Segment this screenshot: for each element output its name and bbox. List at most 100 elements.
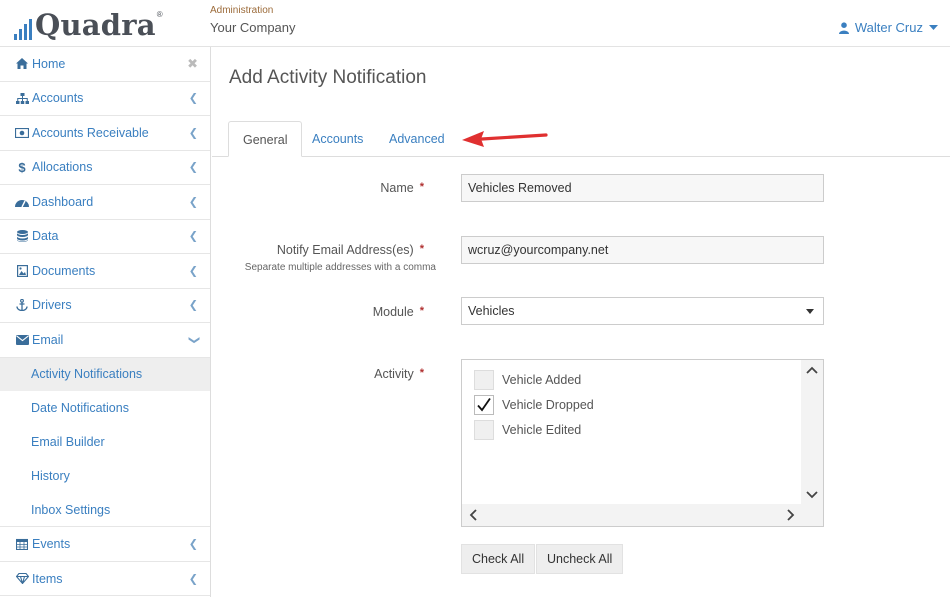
company-name: Your Company	[210, 20, 296, 35]
uncheck-all-button[interactable]: Uncheck All	[536, 544, 624, 574]
chevron-up-icon[interactable]	[806, 366, 818, 374]
sidebar-item-items[interactable]: Items ❮	[0, 562, 210, 597]
chevron-left-icon[interactable]	[469, 509, 477, 521]
module-select[interactable]: Vehicles	[461, 297, 824, 325]
chevron-left-icon: ❮	[188, 265, 198, 278]
user-icon	[838, 21, 849, 34]
chevron-left-icon: ❮	[188, 196, 198, 209]
horizontal-scrollbar[interactable]	[462, 504, 823, 526]
required-marker: *	[419, 181, 424, 193]
dollar-icon: $	[18, 159, 26, 175]
email-input[interactable]	[461, 236, 824, 264]
module-label: Module *	[372, 305, 424, 319]
chevron-left-icon: ❮	[188, 127, 198, 140]
chevron-down-icon: ❮	[187, 335, 200, 345]
checkbox[interactable]	[474, 420, 494, 440]
user-name: Walter Cruz	[854, 20, 923, 35]
chevron-left-icon: ❮	[188, 538, 198, 551]
top-header: Quadra ® Administration Your Company Wal…	[0, 0, 950, 47]
sidebar-item-accounts-receivable[interactable]: Accounts Receivable ❮	[0, 116, 210, 151]
diamond-icon	[14, 573, 30, 585]
dashboard-icon	[14, 197, 30, 207]
sidebar-item-label: Accounts Receivable	[32, 125, 149, 140]
check-all-button[interactable]: Check All	[461, 544, 536, 574]
database-icon	[14, 230, 30, 243]
sidebar-item-label: Email	[32, 332, 64, 347]
home-icon	[14, 58, 30, 70]
sidebar-item-allocations[interactable]: $ Allocations ❮	[0, 151, 210, 185]
annotation-arrow-icon	[462, 131, 548, 147]
activity-option-vehicle-added[interactable]: Vehicle Added	[474, 369, 581, 391]
sidebar-item-label: Documents	[32, 263, 96, 278]
name-input[interactable]	[461, 174, 824, 202]
sidebar-item-label: Events	[32, 537, 71, 552]
sidebar-item-email[interactable]: Email ❮	[0, 323, 210, 358]
sidebar-subitem-email-builder[interactable]: Email Builder	[0, 425, 210, 459]
sidebar-item-accounts[interactable]: Accounts ❮	[0, 82, 210, 116]
tab-general[interactable]: General	[228, 121, 303, 157]
module-selected-value: Vehicles	[468, 304, 515, 318]
checkbox[interactable]	[474, 395, 494, 415]
email-help-text: Separate multiple addresses with a comma	[244, 262, 436, 273]
tab-bar: General Accounts Advanced	[212, 121, 950, 157]
activity-option-label: Vehicle Added	[502, 373, 582, 387]
required-marker: *	[419, 305, 424, 317]
email-label: Notify Email Address(es) *	[276, 243, 424, 257]
email-submenu: Activity Notifications Date Notification…	[0, 357, 210, 528]
sitemap-icon	[14, 92, 30, 104]
chevron-left-icon: ❮	[188, 230, 198, 243]
logo-bars-icon	[14, 14, 32, 40]
chevron-down-icon[interactable]	[806, 491, 818, 499]
activity-label: Activity *	[374, 367, 424, 381]
sidebar-item-label: Accounts	[32, 91, 84, 106]
logo-text: Quadra	[35, 8, 156, 42]
calendar-icon	[14, 538, 30, 551]
activity-listbox: Vehicle Added Vehicle Dropped Vehicle Ed…	[461, 359, 824, 527]
tab-advanced[interactable]: Advanced	[375, 121, 459, 157]
chevron-left-icon: ❮	[188, 92, 198, 105]
sidebar-subitem-date-notifications[interactable]: Date Notifications	[0, 391, 210, 425]
image-file-icon	[14, 264, 30, 277]
chevron-left-icon: ❮	[188, 299, 198, 312]
quadra-logo[interactable]: Quadra ®	[14, 8, 163, 40]
sidebar-subitem-inbox-settings[interactable]: Inbox Settings	[0, 493, 210, 527]
activity-option-label: Vehicle Dropped	[502, 398, 594, 412]
sidebar-item-label: Allocations	[32, 160, 93, 175]
sidebar-item-data[interactable]: Data ❮	[0, 220, 210, 254]
sidebar-item-home[interactable]: Home ✖	[0, 47, 210, 82]
caret-down-icon	[929, 24, 938, 30]
main-content: Add Activity Notification General Accoun…	[212, 47, 950, 597]
chevron-left-icon: ❮	[188, 573, 198, 586]
tab-accounts[interactable]: Accounts	[298, 121, 377, 157]
vertical-scrollbar[interactable]	[801, 360, 823, 505]
sidebar-item-events[interactable]: Events ❮	[0, 527, 210, 562]
checkbox[interactable]	[474, 370, 494, 390]
required-marker: *	[419, 367, 424, 379]
activity-option-vehicle-dropped[interactable]: Vehicle Dropped	[474, 394, 594, 416]
user-menu[interactable]: Walter Cruz	[838, 20, 938, 35]
envelope-icon	[14, 334, 30, 345]
sidebar-subitem-activity-notifications[interactable]: Activity Notifications	[0, 357, 210, 392]
activity-list: Vehicle Added Vehicle Dropped Vehicle Ed…	[462, 360, 802, 505]
chevron-right-icon[interactable]	[787, 509, 795, 521]
page-title: Add Activity Notification	[229, 67, 427, 88]
anchor-icon	[14, 299, 30, 312]
sidebar-item-drivers[interactable]: Drivers ❮	[0, 289, 210, 323]
close-icon[interactable]: ✖	[187, 56, 198, 72]
money-icon	[14, 127, 30, 138]
sidebar-item-label: Dashboard	[32, 194, 94, 209]
chevron-left-icon: ❮	[188, 161, 198, 174]
caret-down-icon	[806, 309, 814, 314]
sidebar-item-label: Data	[32, 229, 59, 244]
sidebar-item-label: Items	[32, 571, 63, 586]
sidebar-item-dashboard[interactable]: Dashboard ❮	[0, 185, 210, 220]
sidebar: Home ✖ Accounts ❮ Accounts Receivable ❮ …	[0, 47, 211, 597]
logo-registered-mark: ®	[156, 10, 163, 19]
activity-option-vehicle-edited[interactable]: Vehicle Edited	[474, 419, 581, 441]
activity-option-label: Vehicle Edited	[502, 423, 582, 437]
required-marker: *	[419, 243, 424, 255]
sidebar-item-label: Drivers	[32, 298, 72, 313]
name-label: Name *	[380, 181, 424, 195]
sidebar-subitem-history[interactable]: History	[0, 459, 210, 493]
sidebar-item-documents[interactable]: Documents ❮	[0, 254, 210, 289]
